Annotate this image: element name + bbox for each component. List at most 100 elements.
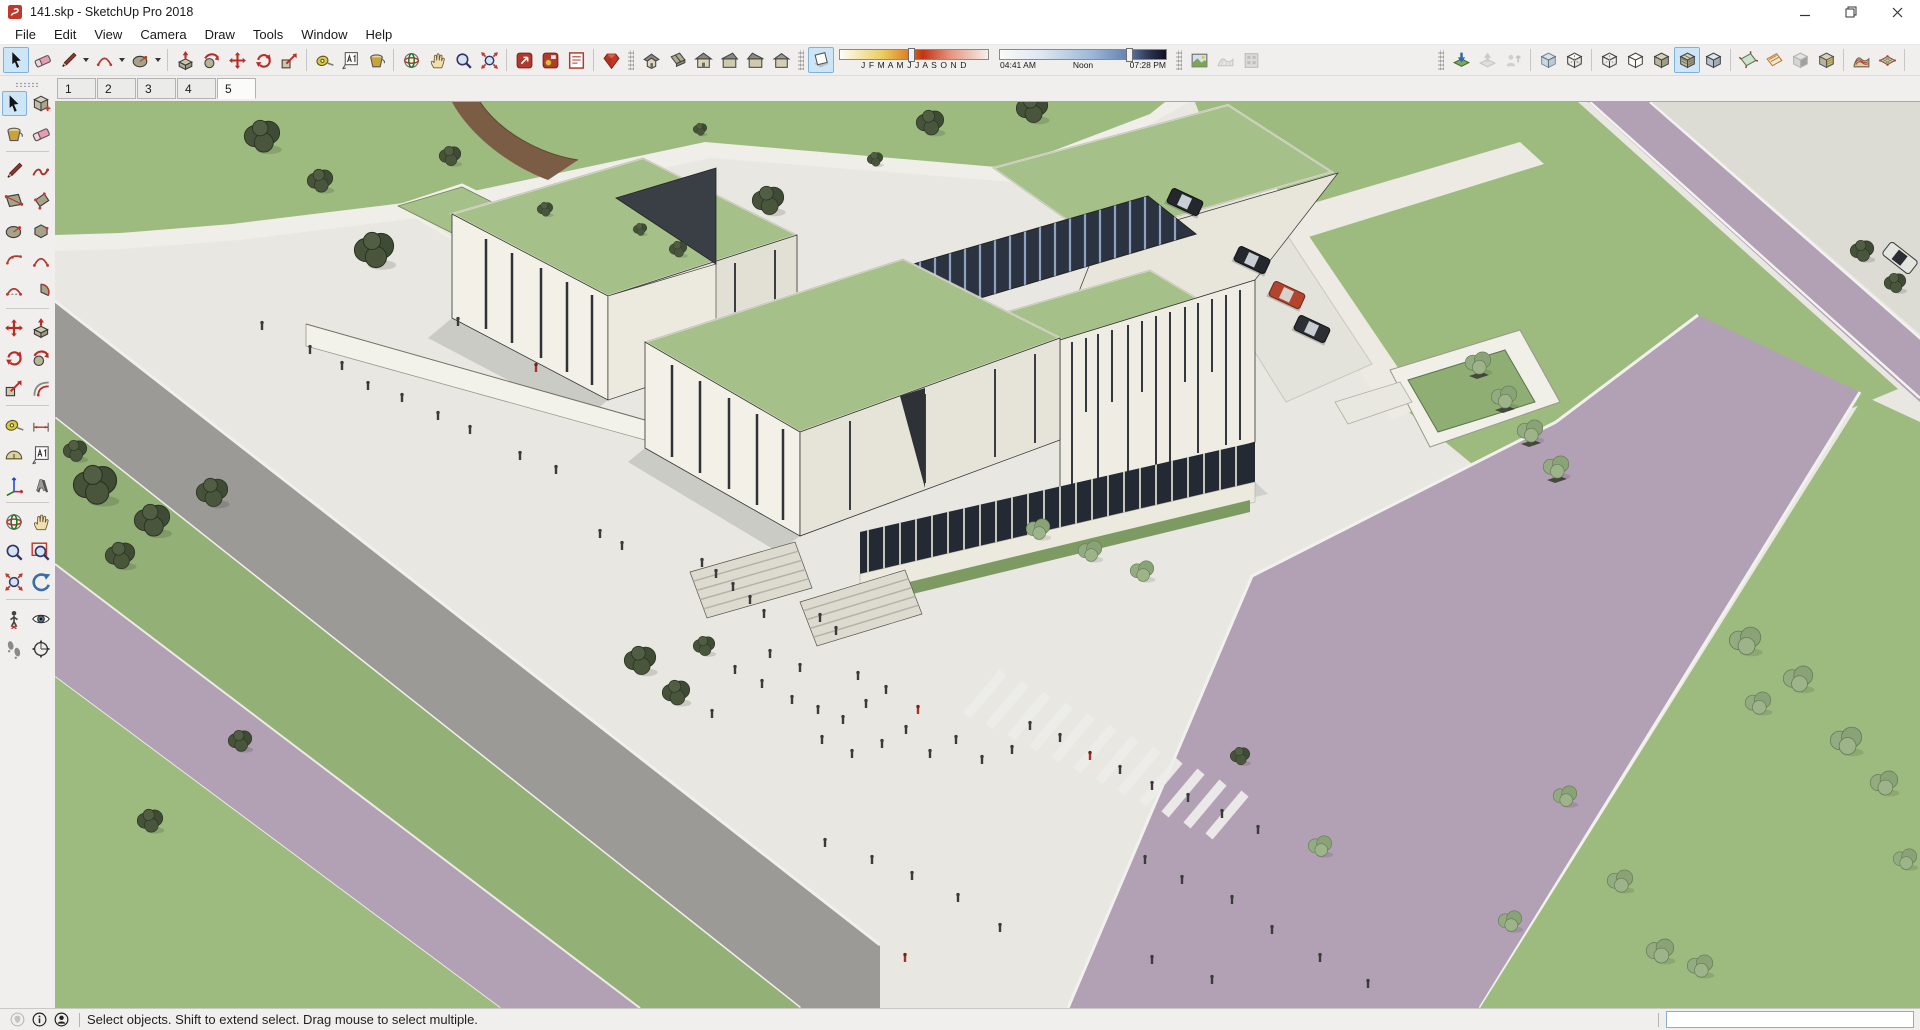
zoom-tool-button[interactable]	[450, 47, 476, 73]
shaded-with-textures-style-button[interactable]	[1674, 47, 1700, 73]
close-button[interactable]	[1874, 0, 1920, 24]
scene-tab-5[interactable]: 5	[217, 78, 256, 99]
shadow-time-slider[interactable]: 04:41 AM Noon 07:28 PM	[999, 48, 1167, 71]
sandbox-from-scratch-button[interactable]	[1874, 47, 1900, 73]
select-tool-button[interactable]	[1, 91, 27, 116]
left-view-button[interactable]	[742, 47, 768, 73]
shadow-toggle-button[interactable]	[808, 47, 834, 73]
menu-tools[interactable]: Tools	[244, 24, 292, 44]
scene-tab-2[interactable]: 2	[97, 78, 136, 99]
menu-help[interactable]: Help	[357, 24, 402, 44]
freehand-tool-button[interactable]	[29, 158, 54, 183]
text-tool-button[interactable]	[337, 47, 363, 73]
arc-tool-button[interactable]	[2, 248, 27, 273]
menu-view[interactable]: View	[85, 24, 131, 44]
get-models-button[interactable]	[1448, 47, 1474, 73]
orbit-tool-button[interactable]	[398, 47, 424, 73]
move-tool-button[interactable]	[224, 47, 250, 73]
previous-view-button[interactable]	[29, 569, 54, 594]
eraser-tool-button[interactable]	[29, 47, 55, 73]
zoom-extents-button[interactable]	[2, 569, 27, 594]
palette-grip[interactable]	[15, 82, 40, 87]
extension-warehouse-button[interactable]	[598, 47, 624, 73]
move-tool-button[interactable]	[2, 315, 27, 340]
toolbar-grip[interactable]	[628, 50, 634, 70]
rotate-tool-button[interactable]	[2, 345, 27, 370]
zoom-extents-button[interactable]	[476, 47, 502, 73]
line-tool-button[interactable]	[2, 158, 27, 183]
pie-tool-button[interactable]	[29, 278, 54, 303]
top-view-button[interactable]	[664, 47, 690, 73]
measurements-input[interactable]	[1666, 1011, 1914, 1028]
hidden-line-style-button[interactable]	[1622, 47, 1648, 73]
wireframe-style-button[interactable]	[1596, 47, 1622, 73]
circle-tool-button[interactable]	[2, 218, 27, 243]
shaded-style-button[interactable]	[1648, 47, 1674, 73]
line-tool-button[interactable]	[55, 47, 81, 73]
position-camera-button[interactable]	[2, 606, 27, 631]
scale-tool-button[interactable]	[2, 375, 27, 400]
minimize-button[interactable]	[1782, 0, 1828, 24]
text-tool-button[interactable]	[29, 442, 54, 467]
share-model-button[interactable]	[1474, 47, 1500, 73]
front-view-button[interactable]	[690, 47, 716, 73]
polygon-tool-button[interactable]	[29, 218, 54, 243]
arc-tool-button[interactable]	[91, 47, 117, 73]
tape-measure-tool-button[interactable]	[311, 47, 337, 73]
add-location-button[interactable]	[1186, 47, 1212, 73]
paint-bucket-tool-button[interactable]	[2, 121, 27, 146]
shapes-tool-button[interactable]	[127, 47, 153, 73]
walk-tool-button[interactable]	[2, 636, 27, 661]
section-plane-button[interactable]	[1735, 47, 1761, 73]
compass-navigation-button[interactable]	[29, 636, 54, 661]
sandbox-from-contours-button[interactable]	[1848, 47, 1874, 73]
menu-camera[interactable]: Camera	[131, 24, 195, 44]
display-section-fill-button[interactable]	[1813, 47, 1839, 73]
iso-view-button[interactable]	[638, 47, 664, 73]
geolocation-icon[interactable]	[6, 1010, 28, 1030]
toolbar-grip[interactable]	[798, 50, 804, 70]
push-pull-tool-button[interactable]	[172, 47, 198, 73]
toolbar-grip[interactable]	[1438, 50, 1444, 70]
rotate-tool-button[interactable]	[250, 47, 276, 73]
layout-document-button[interactable]	[563, 47, 589, 73]
scene-tab-4[interactable]: 4	[177, 78, 216, 99]
toggle-terrain-button[interactable]	[1212, 47, 1238, 73]
follow-me-tool-button[interactable]	[29, 345, 54, 370]
shapes-tool-dropdown[interactable]	[153, 47, 163, 73]
help-icon[interactable]	[28, 1010, 50, 1030]
back-view-button[interactable]	[768, 47, 794, 73]
photo-textures-button[interactable]	[1238, 47, 1264, 73]
menu-draw[interactable]: Draw	[196, 24, 244, 44]
viewport-3d-canvas[interactable]	[55, 102, 1920, 1008]
rectangle-tool-button[interactable]	[2, 188, 27, 213]
display-section-planes-button[interactable]	[1761, 47, 1787, 73]
tape-measure-tool-button[interactable]	[2, 412, 27, 437]
menu-file[interactable]: File	[6, 24, 45, 44]
select-tool-button[interactable]	[3, 47, 29, 73]
look-around-button[interactable]	[29, 606, 54, 631]
time-slider-track[interactable]	[999, 48, 1167, 62]
right-view-button[interactable]	[716, 47, 742, 73]
orbit-tool-button[interactable]	[2, 509, 27, 534]
layout-presentation-button[interactable]	[537, 47, 563, 73]
back-edges-style-button[interactable]	[1561, 47, 1587, 73]
zoom-tool-button[interactable]	[2, 539, 27, 564]
restore-button[interactable]	[1828, 0, 1874, 24]
date-slider-track[interactable]	[839, 48, 989, 62]
line-tool-dropdown[interactable]	[81, 47, 91, 73]
eraser-tool-button[interactable]	[29, 121, 54, 146]
send-to-layout-button[interactable]	[511, 47, 537, 73]
make-component-button[interactable]	[29, 91, 54, 116]
arc-tool-dropdown[interactable]	[117, 47, 127, 73]
shadow-date-slider[interactable]: J F M A M J J A S O N D	[839, 48, 989, 71]
menu-edit[interactable]: Edit	[45, 24, 85, 44]
scale-tool-button[interactable]	[276, 47, 302, 73]
account-icon[interactable]	[50, 1010, 72, 1030]
toolbar-grip[interactable]	[1176, 50, 1182, 70]
pan-tool-button[interactable]	[424, 47, 450, 73]
push-pull-tool-button[interactable]	[29, 315, 54, 340]
axes-tool-button[interactable]	[2, 472, 27, 497]
dimension-tool-button[interactable]	[29, 412, 54, 437]
offset-tool-button[interactable]	[29, 375, 54, 400]
